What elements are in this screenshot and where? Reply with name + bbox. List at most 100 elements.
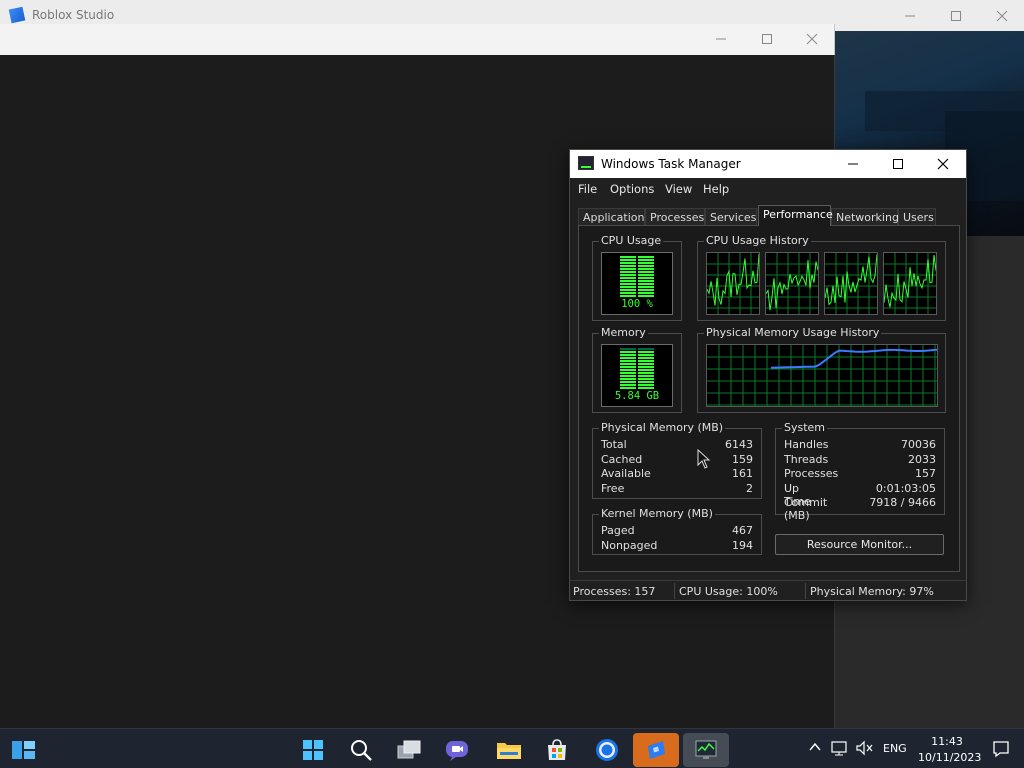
chrome-icon[interactable] bbox=[587, 733, 627, 767]
meter-bar bbox=[638, 372, 654, 374]
tab-applications[interactable]: Applications bbox=[578, 208, 650, 226]
menu-view[interactable]: View bbox=[665, 182, 692, 196]
start-icon[interactable] bbox=[293, 733, 333, 767]
meter-bar bbox=[638, 289, 654, 291]
tab-networking[interactable]: Networking bbox=[831, 208, 899, 226]
meter-bar bbox=[638, 295, 654, 297]
stat-label: Commit (MB) bbox=[784, 496, 828, 522]
cpu-usage-value: 100 % bbox=[621, 298, 653, 310]
cpu-history-group: CPU Usage History bbox=[697, 234, 946, 321]
meter-bar bbox=[620, 274, 636, 276]
maximize-icon[interactable] bbox=[875, 152, 920, 176]
memory-meter: 5.84 GB bbox=[601, 344, 673, 407]
maximize-icon[interactable] bbox=[933, 4, 979, 28]
meter-bar bbox=[620, 360, 636, 362]
stat-value: 2033 bbox=[908, 453, 936, 466]
kernel-memory-label: Kernel Memory (MB) bbox=[599, 507, 715, 520]
status-memory: Physical Memory: 97% bbox=[810, 585, 934, 598]
teams-chat-icon[interactable] bbox=[437, 733, 477, 767]
meter-bar bbox=[638, 256, 654, 258]
studio-window-title: Roblox Studio bbox=[32, 8, 115, 22]
cpu-core-graph bbox=[824, 252, 878, 315]
tab-processes[interactable]: Processes bbox=[645, 208, 705, 226]
clock-time[interactable]: 11:43 bbox=[924, 735, 970, 748]
cpu-history-line bbox=[884, 254, 936, 308]
tab-performance[interactable]: Performance bbox=[758, 205, 833, 226]
meter-bar bbox=[620, 277, 636, 279]
task-manager-icon bbox=[578, 156, 594, 170]
cpu-usage-meter: 100 % bbox=[601, 252, 673, 315]
cpu-history-line bbox=[707, 253, 759, 306]
meter-bar bbox=[638, 384, 654, 386]
meter-bar bbox=[620, 295, 636, 297]
cpu-history-label: CPU Usage History bbox=[704, 234, 811, 247]
stat-label: Processes bbox=[784, 467, 839, 480]
kernel-memory-group: Kernel Memory (MB) Paged 467 Nonpaged 19… bbox=[592, 507, 762, 555]
meter-bar bbox=[620, 381, 636, 383]
status-divider bbox=[805, 583, 806, 599]
meter-bar bbox=[638, 265, 654, 267]
memory-label: Memory bbox=[599, 326, 648, 339]
cpu-usage-group: CPU Usage 100 % bbox=[592, 234, 682, 321]
tab-services[interactable]: Services bbox=[705, 208, 757, 226]
meter-bar bbox=[638, 283, 654, 285]
meter-bar bbox=[620, 366, 636, 368]
meter-bar bbox=[638, 277, 654, 279]
minimize-icon[interactable] bbox=[698, 27, 744, 51]
menu-file[interactable]: File bbox=[578, 182, 597, 196]
maximize-icon[interactable] bbox=[744, 27, 790, 51]
status-cpu: CPU Usage: 100% bbox=[679, 585, 778, 598]
widgets-icon[interactable] bbox=[4, 733, 44, 767]
meter-bar bbox=[620, 259, 636, 261]
system-label: System bbox=[782, 421, 828, 434]
meter-bar bbox=[638, 360, 654, 362]
file-explorer-icon[interactable] bbox=[489, 733, 529, 767]
task-manager-icon[interactable] bbox=[683, 733, 729, 767]
stat-label: Cached bbox=[601, 453, 643, 466]
close-icon[interactable] bbox=[920, 152, 965, 176]
tab-strip: Applications Processes Services Performa… bbox=[578, 205, 958, 226]
meter-bar bbox=[620, 286, 636, 288]
clock-date[interactable]: 10/11/2023 bbox=[918, 751, 981, 764]
meter-bar bbox=[638, 292, 654, 294]
memory-history-group: Physical Memory Usage History bbox=[697, 326, 946, 413]
task-manager-titlebar[interactable]: Windows Task Manager bbox=[570, 150, 966, 178]
minimize-icon[interactable] bbox=[830, 152, 875, 176]
notification-icon[interactable] bbox=[992, 740, 1010, 761]
child-window-titlebar bbox=[0, 24, 835, 55]
memory-value: 5.84 GB bbox=[614, 390, 660, 402]
network-icon[interactable] bbox=[831, 740, 849, 759]
chevron-up-icon[interactable] bbox=[808, 740, 822, 757]
cpu-history-line bbox=[766, 260, 818, 311]
menu-options[interactable]: Options bbox=[610, 182, 654, 196]
stat-value: 2 bbox=[746, 482, 753, 495]
meter-bar bbox=[638, 357, 654, 359]
stat-value: 70036 bbox=[901, 438, 936, 451]
volume-muted-icon[interactable] bbox=[856, 740, 874, 759]
minimize-icon[interactable] bbox=[887, 4, 933, 28]
status-bar: Processes: 157 CPU Usage: 100% Physical … bbox=[570, 580, 966, 600]
stat-label: Total bbox=[601, 438, 627, 451]
system-group: System Handles 70036 Threads 2033 Proces… bbox=[775, 421, 945, 522]
tab-users[interactable]: Users bbox=[898, 208, 936, 226]
search-icon[interactable] bbox=[341, 733, 381, 767]
meter-bar bbox=[620, 384, 636, 386]
meter-bar bbox=[620, 280, 636, 282]
close-icon[interactable] bbox=[979, 4, 1024, 28]
stat-value: 157 bbox=[915, 467, 936, 480]
meter-bar bbox=[638, 366, 654, 368]
resource-monitor-button[interactable]: Resource Monitor... bbox=[775, 534, 944, 555]
microsoft-store-icon[interactable] bbox=[537, 733, 577, 767]
task-view-icon[interactable] bbox=[389, 733, 429, 767]
menu-help[interactable]: Help bbox=[703, 182, 729, 196]
meter-bar bbox=[638, 274, 654, 276]
memory-group: Memory 5.84 GB bbox=[592, 326, 682, 413]
meter-bar bbox=[638, 280, 654, 282]
close-icon[interactable] bbox=[789, 27, 835, 51]
meter-bar bbox=[620, 372, 636, 374]
memory-history-label: Physical Memory Usage History bbox=[704, 326, 882, 339]
roblox-studio-icon[interactable] bbox=[633, 733, 679, 767]
stat-value: 0:01:03:05 bbox=[875, 482, 936, 495]
language-indicator[interactable]: ENG bbox=[883, 742, 907, 755]
meter-bar bbox=[638, 286, 654, 288]
